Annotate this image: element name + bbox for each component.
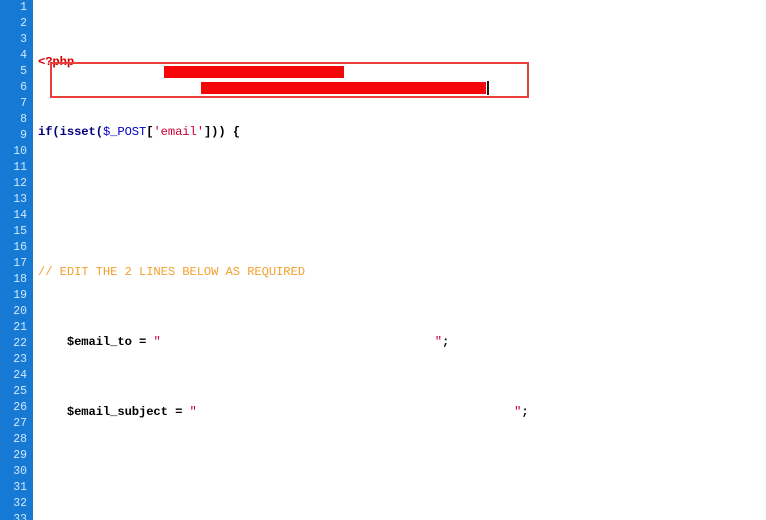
code-line[interactable]: [38, 474, 766, 490]
line-number: 18: [13, 273, 27, 286]
line-number: 29: [13, 449, 27, 462]
code-line[interactable]: if(isset($_POST['email'])) {: [38, 124, 766, 140]
code-line-email-subject[interactable]: $email_subject = " ";: [38, 404, 766, 420]
line-number: 25: [13, 385, 27, 398]
line-number: 30: [13, 465, 27, 478]
line-number: 15: [13, 225, 27, 238]
line-number: 27: [13, 417, 27, 430]
line-number: 5: [20, 65, 27, 78]
line-number: 22: [13, 337, 27, 350]
line-number: 14: [13, 209, 27, 222]
line-number: 10: [13, 145, 27, 158]
token-var-email-to: $email_to: [66, 335, 132, 349]
code-viewer: 1 2 3 4 5 6 7 8 9 10 11 12 13 14 15 16 1…: [0, 0, 766, 520]
token-php-open: <?php: [38, 55, 75, 69]
line-number: 8: [20, 113, 27, 126]
line-number: 17: [13, 257, 27, 270]
code-text-area[interactable]: <?php if(isset($_POST['email'])) { // ED…: [38, 0, 766, 520]
line-number: 28: [13, 433, 27, 446]
line-number: 20: [13, 305, 27, 318]
code-line[interactable]: <?php: [38, 54, 766, 70]
code-line-email-to[interactable]: $email_to = " ";: [38, 334, 766, 350]
line-number: 16: [13, 241, 27, 254]
line-number: 13: [13, 193, 27, 206]
line-number: 21: [13, 321, 27, 334]
line-number: 24: [13, 369, 27, 382]
line-number: 3: [20, 33, 27, 46]
line-number: 23: [13, 353, 27, 366]
code-line[interactable]: // EDIT THE 2 LINES BELOW AS REQUIRED: [38, 264, 766, 280]
line-number: 9: [20, 129, 27, 142]
line-number: 12: [13, 177, 27, 190]
line-number: 2: [20, 17, 27, 30]
code-line[interactable]: [38, 194, 766, 210]
line-number: 6: [20, 81, 27, 94]
token-comment: // EDIT THE 2 LINES BELOW AS REQUIRED: [38, 265, 305, 279]
token-var-email-subject: $email_subject: [66, 405, 168, 419]
line-number: 1: [20, 1, 27, 14]
redaction-bar-email-subject: [201, 82, 486, 94]
line-number: 4: [20, 49, 27, 62]
line-number: 19: [13, 289, 27, 302]
line-number: 31: [13, 481, 27, 494]
line-number: 26: [13, 401, 27, 414]
text-caret: [487, 81, 489, 95]
line-number: 7: [20, 97, 27, 110]
line-number: 33: [13, 513, 27, 520]
line-number-list: 1 2 3 4 5 6 7 8 9 10 11 12 13 14 15 16 1…: [0, 0, 33, 520]
line-number: 32: [13, 497, 27, 510]
redaction-bar-email-to: [164, 66, 344, 78]
line-number: 11: [13, 161, 27, 174]
